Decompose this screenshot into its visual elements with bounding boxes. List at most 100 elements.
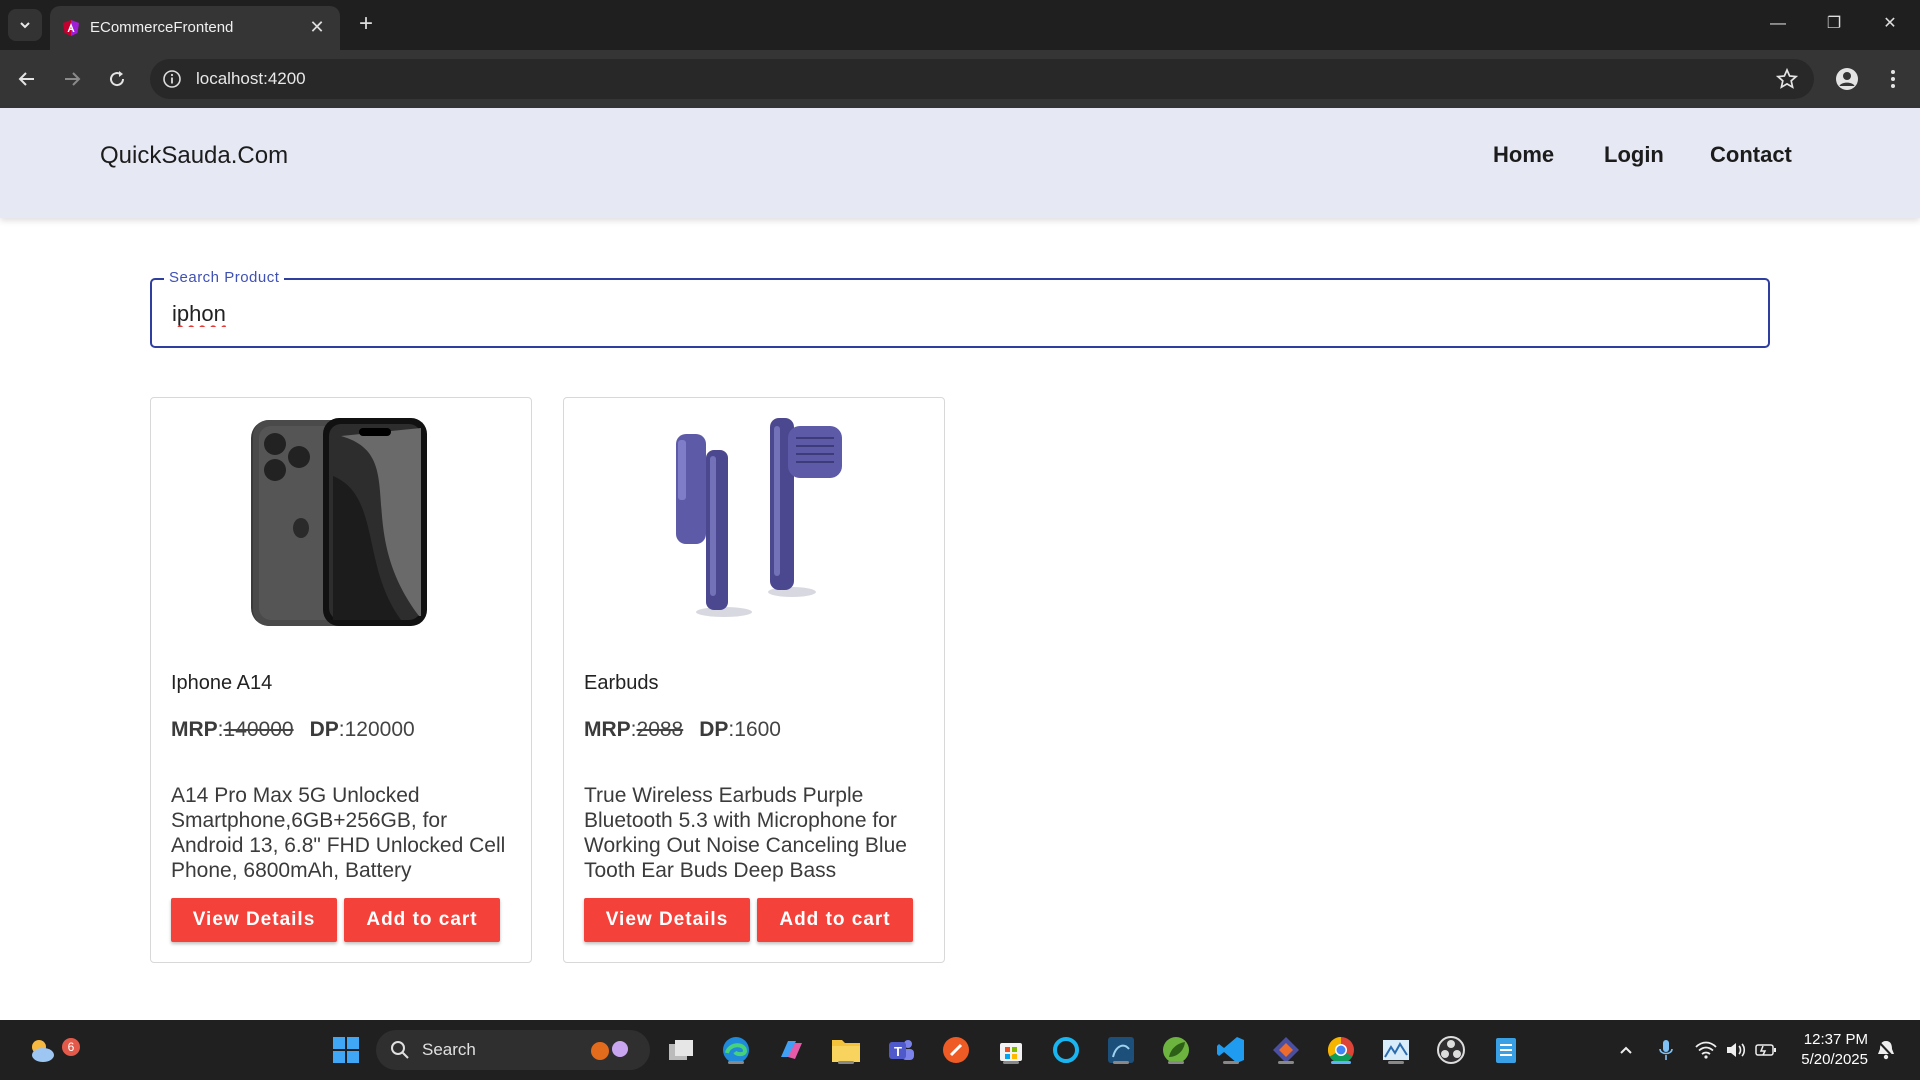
search-field[interactable]: Search Product — [150, 269, 1770, 348]
chrome-app[interactable] — [1323, 1032, 1359, 1068]
notifications-button[interactable] — [1868, 1032, 1904, 1068]
arrow-left-icon — [18, 72, 34, 86]
mrp-value: 140000 — [223, 718, 294, 741]
running-indicator — [728, 1061, 744, 1064]
chevron-up-icon — [1620, 1046, 1632, 1054]
search-icon — [391, 1041, 409, 1059]
mysql-workbench-app[interactable] — [1103, 1032, 1139, 1068]
nav-link-home[interactable]: Home — [1493, 142, 1554, 168]
search-field-label: Search Product — [164, 269, 285, 286]
url-text[interactable]: localhost:4200 — [196, 69, 306, 89]
search-input[interactable] — [170, 298, 1734, 330]
tab-close-icon[interactable]: ✕ — [306, 16, 328, 38]
copilot-app[interactable] — [773, 1032, 809, 1068]
browser-tab-strip: ECommerceFrontend ✕ + — ❐ ✕ — [0, 0, 1920, 50]
chevron-down-icon — [20, 22, 30, 29]
active-indicator — [1331, 1061, 1351, 1064]
wifi-icon — [1695, 1041, 1717, 1059]
notepad-app[interactable] — [1488, 1032, 1524, 1068]
add-to-cart-button[interactable]: Add to cart — [344, 898, 500, 942]
postman-app[interactable] — [938, 1032, 974, 1068]
notification-badge: 6 — [62, 1038, 80, 1056]
battery-icon — [1755, 1044, 1776, 1056]
site-navbar: QuickSauda.Com Home Login Contact — [0, 108, 1920, 218]
microphone-status[interactable] — [1648, 1032, 1684, 1068]
taskbar-search[interactable]: Search — [376, 1030, 650, 1070]
performance-monitor-app[interactable] — [1378, 1032, 1414, 1068]
mrp-label: MRP — [584, 718, 631, 741]
close-window-button[interactable]: ✕ — [1868, 10, 1912, 38]
obs-icon — [1437, 1036, 1465, 1064]
tab-search-button[interactable] — [8, 9, 42, 41]
obs-app[interactable] — [1433, 1032, 1469, 1068]
site-info-icon[interactable] — [162, 69, 182, 89]
profile-icon — [1836, 68, 1858, 90]
ring-icon — [1053, 1037, 1079, 1063]
brand-logo[interactable]: QuickSauda.Com — [100, 142, 288, 170]
microsoft-store-app[interactable] — [993, 1032, 1029, 1068]
add-to-cart-button[interactable]: Add to cart — [757, 898, 913, 942]
weather-widget[interactable]: 6 — [24, 1032, 80, 1068]
search-highlight-icon — [591, 1041, 628, 1060]
product-card: Iphone A14 MRP:140000 DP:120000 A14 Pro M… — [150, 397, 532, 963]
mrp-value: 2088 — [636, 718, 684, 741]
iphone-product-image[interactable] — [241, 416, 441, 626]
running-indicator — [1388, 1061, 1404, 1064]
minimize-button[interactable]: — — [1756, 10, 1800, 38]
task-view-icon — [669, 1040, 693, 1060]
arrow-right-icon — [65, 72, 81, 86]
running-indicator — [1278, 1061, 1294, 1064]
new-tab-button[interactable]: + — [352, 10, 380, 38]
nav-link-contact[interactable]: Contact — [1710, 142, 1792, 168]
running-indicator — [838, 1061, 854, 1064]
edge-app[interactable] — [718, 1032, 754, 1068]
profile-button[interactable] — [1832, 64, 1862, 94]
system-clock[interactable]: 12:37 PM 5/20/2025 — [1801, 1030, 1868, 1070]
git-app[interactable] — [1268, 1032, 1304, 1068]
show-hidden-icons-button[interactable] — [1608, 1032, 1644, 1068]
view-details-button[interactable]: View Details — [584, 898, 750, 942]
bookmark-star-icon[interactable] — [1776, 68, 1798, 90]
speaker-icon — [1727, 1043, 1746, 1057]
browser-menu-button[interactable] — [1878, 64, 1908, 94]
address-bar[interactable]: localhost:4200 — [150, 59, 1814, 99]
cortana-app[interactable] — [1048, 1032, 1084, 1068]
folder-icon — [832, 1040, 860, 1062]
spring-tools-app[interactable] — [1158, 1032, 1194, 1068]
mrp-label: MRP — [171, 718, 218, 741]
teams-app[interactable]: T — [883, 1032, 919, 1068]
clock-time: 12:37 PM — [1803, 1031, 1868, 1048]
start-button[interactable] — [328, 1032, 364, 1068]
reload-button[interactable] — [102, 64, 132, 94]
product-name: Iphone A14 — [171, 672, 273, 694]
weather-cloud-icon — [32, 1040, 54, 1062]
more-vert-icon — [1891, 70, 1895, 88]
product-description: A14 Pro Max 5G Unlocked Smartphone,6GB+2… — [171, 784, 506, 882]
product-description: True Wireless Earbuds Purple Bluetooth 5… — [584, 784, 907, 882]
battery-status[interactable] — [1748, 1032, 1784, 1068]
running-indicator — [1113, 1061, 1129, 1064]
back-button[interactable] — [12, 64, 42, 94]
forward-button[interactable] — [57, 64, 87, 94]
product-price: MRP:140000 DP:120000 — [171, 718, 415, 741]
task-view-button[interactable] — [663, 1032, 699, 1068]
file-explorer-app[interactable] — [828, 1032, 864, 1068]
postman-icon — [943, 1037, 969, 1063]
tab-title: ECommerceFrontend — [90, 19, 234, 36]
dp-value: 1600 — [734, 718, 781, 741]
svg-text:T: T — [894, 1044, 902, 1059]
product-card: Earbuds MRP:2088 DP:1600 True Wireless Ea… — [563, 397, 945, 963]
bell-snooze-icon — [1876, 1039, 1896, 1060]
dp-value: 120000 — [344, 718, 415, 741]
earbuds-product-image[interactable] — [654, 416, 854, 626]
view-details-button[interactable]: View Details — [171, 898, 337, 942]
running-indicator — [1168, 1061, 1184, 1064]
restore-button[interactable]: ❐ — [1812, 10, 1856, 38]
nav-link-login[interactable]: Login — [1604, 142, 1664, 168]
browser-toolbar: localhost:4200 — [0, 50, 1920, 108]
browser-tab[interactable]: ECommerceFrontend ✕ — [50, 6, 340, 50]
dp-label: DP — [699, 718, 729, 741]
dp-label: DP — [309, 718, 339, 741]
microphone-icon — [1659, 1040, 1673, 1060]
vscode-app[interactable] — [1213, 1032, 1249, 1068]
